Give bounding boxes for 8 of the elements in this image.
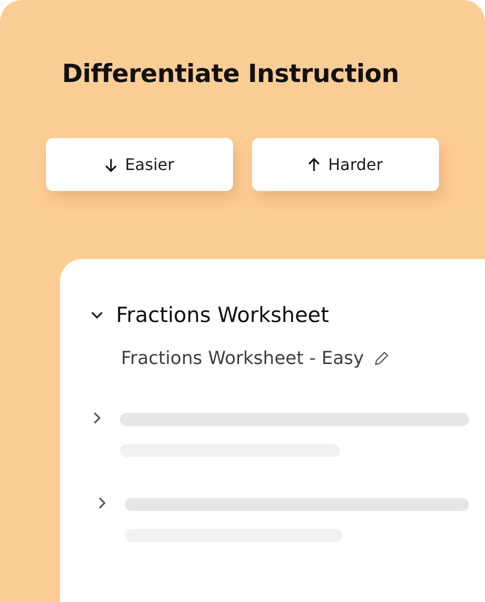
down-arrow-icon [104, 158, 117, 172]
pencil-icon[interactable] [374, 351, 389, 366]
up-arrow-icon [308, 158, 320, 172]
worksheet-title[interactable]: Fractions Worksheet [116, 303, 329, 327]
difficulty-button[interactable]: Harder [252, 138, 439, 191]
page-title: Differentiate Instruction [62, 58, 400, 90]
difficulty-button[interactable]: Easier [46, 138, 233, 191]
worksheet-version[interactable]: Fractions Worksheet - Easy [121, 348, 364, 369]
